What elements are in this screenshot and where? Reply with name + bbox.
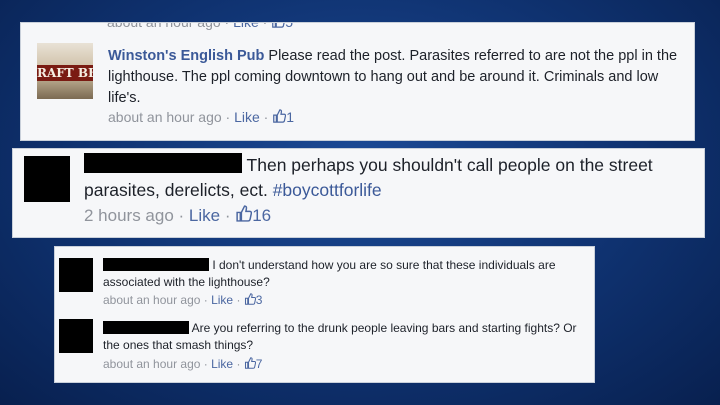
like-count[interactable]: 1 [286, 109, 294, 125]
redacted-avatar [59, 258, 93, 292]
thumbs-up-icon [244, 293, 256, 305]
thumbs-up-icon [273, 109, 287, 123]
avatar-logo-text: RAFT BEE [37, 65, 93, 81]
like-count[interactable]: 16 [252, 206, 271, 225]
like-link[interactable]: Like [211, 357, 233, 371]
comment-body: Are you referring to the drunk people le… [103, 320, 591, 354]
like-count[interactable]: 5 [285, 23, 293, 30]
redacted-author-name [103, 321, 189, 334]
timestamp[interactable]: about an hour ago [103, 357, 200, 371]
like-count[interactable]: 3 [256, 293, 263, 307]
redacted-author-name [84, 153, 242, 173]
comment-card-3: I don't understand how you are so sure t… [54, 246, 595, 383]
redacted-avatar [24, 156, 70, 202]
like-count[interactable]: 7 [256, 357, 263, 371]
like-link[interactable]: Like [211, 293, 233, 307]
comment-card-2: Then perhaps you shouldn't call people o… [12, 148, 705, 238]
redacted-author-name [103, 258, 209, 271]
comment-meta: about an hour ago · Like · 3 [103, 293, 263, 307]
comment-meta: about an hour ago · Like · 1 [108, 109, 295, 125]
like-link[interactable]: Like [233, 23, 259, 30]
comment-body: Winston's English Pub Please read the po… [108, 46, 693, 109]
thumbs-up-icon [272, 23, 285, 28]
comment-meta-top: about an hour ago · Like · 5 [107, 23, 293, 30]
comment-card-1: about an hour ago · Like · 5 RAFT BEE Wi… [20, 22, 695, 141]
redacted-avatar [59, 319, 93, 353]
hashtag-link[interactable]: #boycottforlife [273, 180, 382, 200]
comment-meta: 2 hours ago · Like · 16 [84, 205, 272, 225]
comment-body: Then perhaps you shouldn't call people o… [84, 153, 699, 203]
timestamp[interactable]: about an hour ago [103, 293, 200, 307]
thumbs-up-icon [236, 205, 253, 222]
comment-body: I don't understand how you are so sure t… [103, 257, 591, 291]
author-name[interactable]: Winston's English Pub [108, 48, 264, 64]
like-link[interactable]: Like [189, 206, 220, 225]
comment-meta: about an hour ago · Like · 7 [103, 357, 263, 371]
avatar[interactable]: RAFT BEE [37, 43, 93, 99]
thumbs-up-icon [244, 357, 256, 369]
like-link[interactable]: Like [234, 109, 260, 125]
timestamp[interactable]: about an hour ago [108, 109, 222, 125]
timestamp[interactable]: about an hour ago [107, 23, 221, 30]
timestamp[interactable]: 2 hours ago [84, 206, 174, 225]
